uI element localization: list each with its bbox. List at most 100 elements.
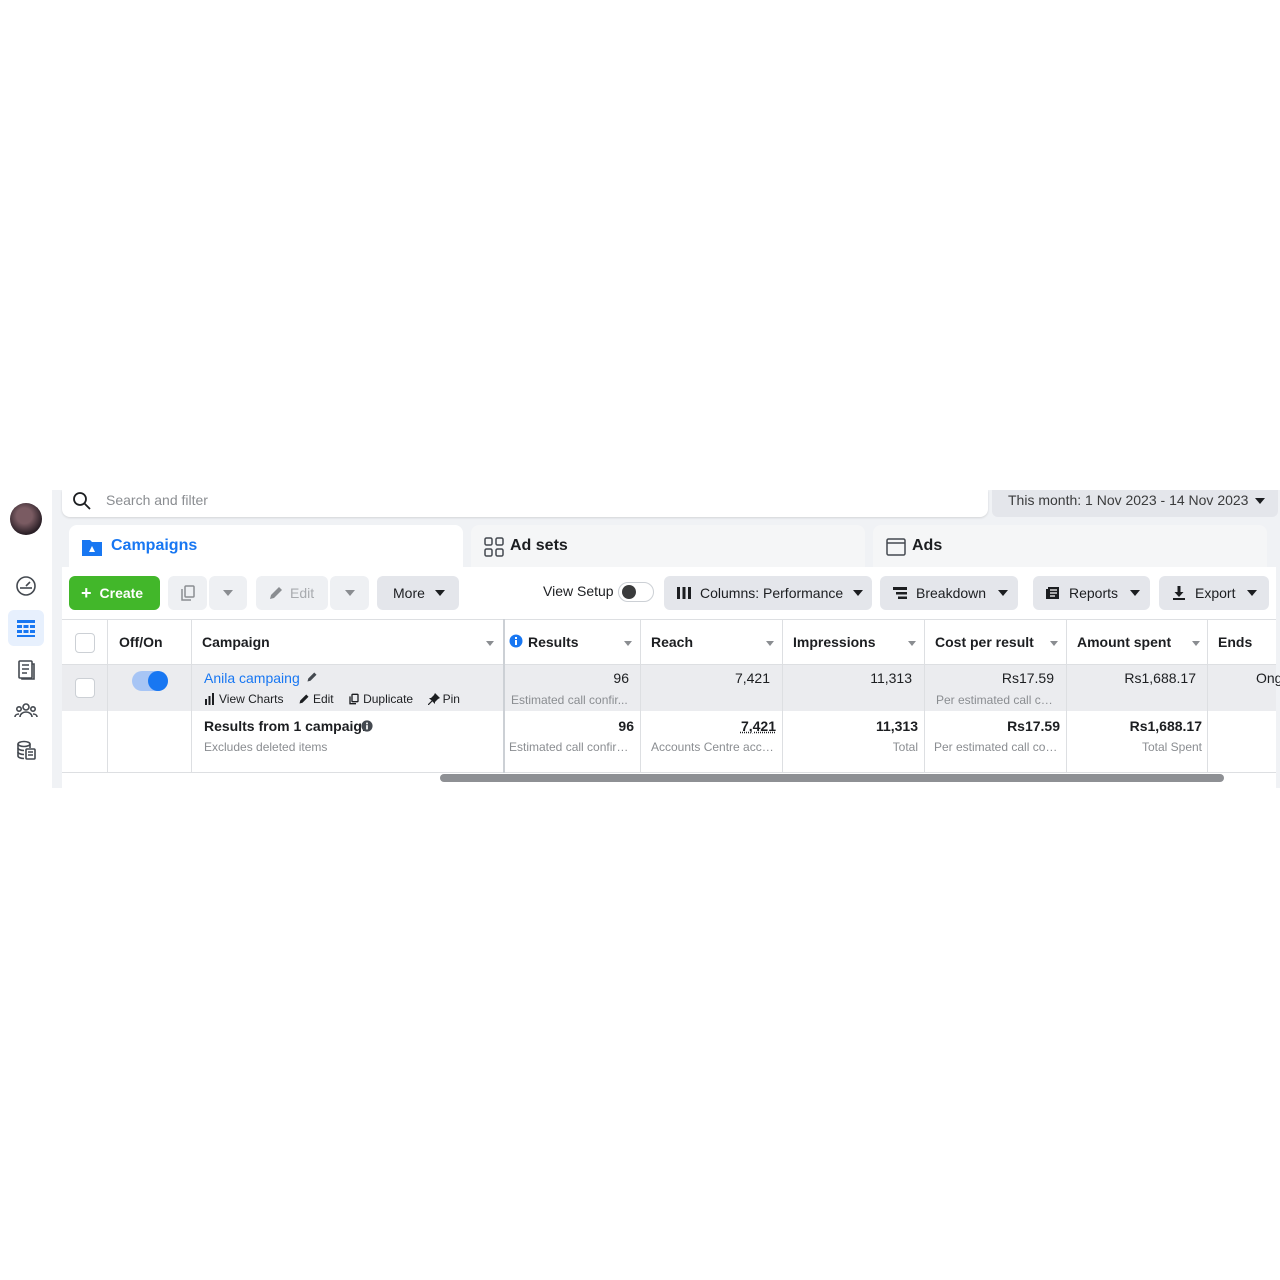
- campaign-name: Anila campaing: [204, 670, 300, 686]
- header-campaign[interactable]: Campaign: [202, 634, 270, 650]
- chevron-down-icon: [434, 590, 445, 596]
- column-divider: [1207, 619, 1208, 773]
- summary-amount-spent: Rs1,688.17: [1129, 718, 1202, 734]
- horizontal-scrollbar[interactable]: [440, 774, 1224, 782]
- view-setup-toggle[interactable]: [618, 582, 654, 602]
- date-range-picker[interactable]: This month: 1 Nov 2023 - 14 Nov 2023: [992, 490, 1278, 517]
- view-setup-label: View Setup: [543, 583, 614, 599]
- cost-per-result-value: Rs17.59: [1001, 670, 1054, 686]
- pencil-icon: [299, 694, 309, 704]
- view-charts-action[interactable]: View Charts: [204, 692, 283, 706]
- summary-impressions-subtext: Total: [892, 740, 918, 754]
- pencil-icon: [270, 587, 282, 599]
- breakdown-icon: [893, 587, 907, 599]
- avatar[interactable]: [10, 503, 42, 535]
- reach-value: 7,421: [734, 670, 770, 686]
- export-button[interactable]: Export: [1159, 576, 1269, 610]
- summary-impressions: 11,313: [875, 718, 918, 734]
- tab-campaigns[interactable]: Campaigns: [69, 525, 463, 567]
- audiences-people-icon[interactable]: [8, 692, 44, 728]
- chevron-down-icon: [1130, 590, 1141, 596]
- summary-results-subtext: Estimated call confirm...: [509, 740, 634, 754]
- plus-icon: +: [81, 583, 92, 603]
- chevron-down-icon: [998, 590, 1009, 596]
- copy-icon: [349, 693, 359, 705]
- pin-action[interactable]: Pin: [427, 692, 460, 706]
- columns-button[interactable]: Columns: Performance: [664, 576, 872, 610]
- search-filter-bar[interactable]: Search and filter: [62, 490, 988, 517]
- chevron-down-icon: [344, 590, 355, 596]
- duplicate-dropdown-button[interactable]: [209, 576, 247, 610]
- edit-button[interactable]: Edit: [256, 576, 328, 610]
- edit-label: Edit: [290, 585, 315, 601]
- table-row[interactable]: Anila campaing View Charts Edit Duplicat…: [62, 665, 1280, 711]
- more-button[interactable]: More: [377, 576, 459, 610]
- create-label: Create: [99, 585, 144, 601]
- columns-icon: [677, 587, 691, 599]
- campaign-on-off-toggle[interactable]: [132, 671, 168, 691]
- reports-button[interactable]: Reports: [1033, 576, 1150, 610]
- pin-icon: [427, 693, 440, 705]
- ads-manager: Search and filter This month: 1 Nov 2023…: [0, 490, 1280, 788]
- header-amount-spent[interactable]: Amount spent: [1077, 634, 1171, 650]
- campaigns-folder-icon: [82, 540, 102, 556]
- duplicate-action[interactable]: Duplicate: [348, 692, 413, 706]
- tab-ads[interactable]: Ads: [873, 525, 1267, 567]
- search-icon: [73, 492, 91, 510]
- summary-row: Results from 1 campaign Excludes deleted…: [62, 711, 1276, 773]
- summary-title: Results from 1 campaign: [204, 718, 371, 734]
- table-header: Off/On Campaign Results Reach Impression…: [62, 619, 1276, 665]
- create-button[interactable]: + Create: [69, 576, 160, 610]
- ads-window-icon: [886, 538, 906, 556]
- column-divider: [924, 619, 925, 773]
- header-ends[interactable]: Ends: [1218, 634, 1252, 650]
- left-nav-rail: [0, 490, 52, 788]
- dashboard-gauge-icon[interactable]: [8, 568, 44, 604]
- header-results[interactable]: Results: [528, 634, 579, 650]
- sort-caret-icon[interactable]: [624, 641, 632, 646]
- view-charts-label: View Charts: [219, 692, 284, 706]
- header-reach[interactable]: Reach: [651, 634, 693, 650]
- sort-caret-icon[interactable]: [1192, 641, 1200, 646]
- edit-action-label: Edit: [312, 692, 334, 706]
- ad-sets-grid-icon: [484, 537, 504, 557]
- reports-label: Reports: [1069, 585, 1119, 601]
- pages-document-icon[interactable]: [8, 652, 44, 688]
- tab-ad-sets[interactable]: Ad sets: [471, 525, 865, 567]
- column-divider: [191, 619, 192, 773]
- sort-caret-icon[interactable]: [486, 641, 494, 646]
- breakdown-button[interactable]: Breakdown: [880, 576, 1018, 610]
- more-label: More: [393, 585, 425, 601]
- edit-action[interactable]: Edit: [298, 692, 334, 706]
- summary-amount-subtext: Total Spent: [1141, 740, 1202, 754]
- pin-action-label: Pin: [442, 692, 460, 706]
- column-divider: [503, 619, 505, 773]
- edit-dropdown-button[interactable]: [330, 576, 369, 610]
- campaign-name-link[interactable]: Anila campaing: [204, 670, 318, 686]
- column-divider: [1066, 619, 1067, 773]
- select-all-checkbox[interactable]: [75, 633, 95, 653]
- tab-campaigns-label: Campaigns: [111, 537, 198, 554]
- billing-stack-icon[interactable]: [8, 732, 44, 768]
- results-subtext: Estimated call confir...: [511, 693, 628, 707]
- sort-caret-icon[interactable]: [766, 641, 774, 646]
- header-impressions[interactable]: Impressions: [793, 634, 875, 650]
- row-checkbox[interactable]: [75, 678, 95, 698]
- summary-reach[interactable]: 7,421: [741, 718, 776, 734]
- duplicate-button[interactable]: [168, 576, 207, 610]
- impressions-value: 11,313: [870, 670, 912, 686]
- info-icon[interactable]: [509, 634, 523, 648]
- chevron-down-icon: [223, 590, 233, 596]
- info-icon[interactable]: [361, 720, 373, 732]
- campaigns-table: Off/On Campaign Results Reach Impression…: [62, 619, 1280, 788]
- column-divider: [640, 619, 641, 773]
- sort-caret-icon[interactable]: [1050, 641, 1058, 646]
- pencil-icon[interactable]: [306, 671, 318, 683]
- sort-caret-icon[interactable]: [908, 641, 916, 646]
- header-cost-per-result[interactable]: Cost per result: [935, 634, 1034, 650]
- ends-value: Ong: [1256, 670, 1280, 686]
- campaigns-table-icon[interactable]: [8, 610, 44, 646]
- summary-subtitle: Excludes deleted items: [204, 740, 328, 754]
- duplicate-action-label: Duplicate: [363, 692, 414, 706]
- bar-chart-icon: [205, 693, 214, 705]
